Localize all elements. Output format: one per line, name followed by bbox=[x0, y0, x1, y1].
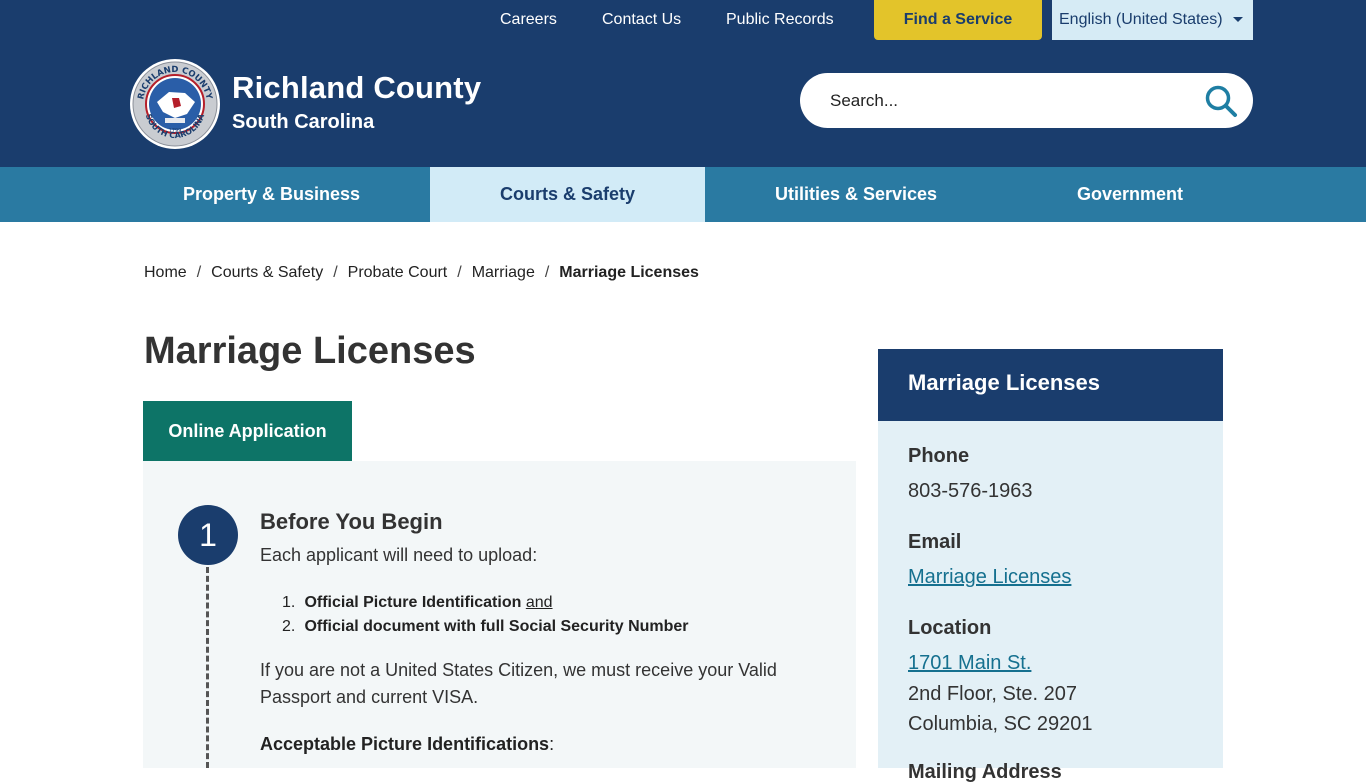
list-item-text: Official Picture Identification bbox=[304, 594, 522, 611]
site-subtitle: South Carolina bbox=[232, 111, 375, 133]
step-connector-line bbox=[206, 567, 209, 768]
county-seal-logo[interactable]: RICHLAND COUNTY SOUTH CAROLINA 1799 bbox=[129, 58, 221, 150]
tab-online-application[interactable]: Online Application bbox=[143, 401, 352, 461]
breadcrumb-home[interactable]: Home bbox=[144, 264, 187, 282]
mailing-address-label: Mailing Address bbox=[908, 761, 1062, 783]
citizenship-note: If you are not a United States Citizen, … bbox=[260, 660, 777, 707]
address-link[interactable]: 1701 Main St. bbox=[908, 652, 1031, 675]
utility-bar: Careers Contact Us Public Records Find a… bbox=[0, 0, 1366, 40]
nav-property-business[interactable]: Property & Business bbox=[113, 167, 430, 222]
requirements-list: 1. Official Picture Identification and 2… bbox=[282, 591, 689, 639]
step-title: Before You Begin bbox=[260, 509, 443, 534]
address-line-3: Columbia, SC 29201 bbox=[908, 713, 1093, 735]
list-item: 1. Official Picture Identification and bbox=[282, 591, 689, 615]
breadcrumb-probate-court[interactable]: Probate Court bbox=[348, 264, 448, 282]
address-line-2: 2nd Floor, Ste. 207 bbox=[908, 683, 1078, 705]
breadcrumb-marriage[interactable]: Marriage bbox=[472, 264, 535, 282]
breadcrumb-separator: / bbox=[544, 264, 550, 281]
site-title[interactable]: Richland County bbox=[232, 70, 481, 106]
breadcrumb-courts-safety[interactable]: Courts & Safety bbox=[211, 264, 323, 282]
nav-courts-safety[interactable]: Courts & Safety bbox=[430, 167, 705, 222]
acceptable-ids-colon: : bbox=[549, 734, 555, 754]
language-select-label: English (United States) bbox=[1059, 11, 1223, 28]
search-icon[interactable] bbox=[1204, 84, 1238, 118]
seal-year: 1799 bbox=[169, 128, 182, 134]
phone-label: Phone bbox=[908, 445, 970, 467]
careers-link[interactable]: Careers bbox=[500, 0, 557, 40]
nav-government[interactable]: Government bbox=[1007, 167, 1253, 222]
contact-us-link[interactable]: Contact Us bbox=[602, 0, 681, 40]
page-title: Marriage Licenses bbox=[144, 330, 476, 372]
acceptable-ids-heading: Acceptable Picture Identifications: bbox=[260, 734, 554, 755]
site-header: RICHLAND COUNTY SOUTH CAROLINA 1799 Rich… bbox=[0, 40, 1366, 167]
step-panel: 1 Before You Begin Each applicant will n… bbox=[143, 461, 856, 768]
email-label: Email bbox=[908, 531, 962, 553]
language-select[interactable]: English (United States) bbox=[1052, 0, 1253, 40]
location-label: Location bbox=[908, 617, 992, 639]
contact-card: Phone 803-576-1963 Email Marriage Licens… bbox=[878, 421, 1223, 783]
step-number-badge: 1 bbox=[178, 505, 238, 565]
phone-value: 803-576-1963 bbox=[908, 480, 1033, 502]
email-link[interactable]: Marriage Licenses bbox=[908, 566, 1071, 589]
nav-utilities-services[interactable]: Utilities & Services bbox=[705, 167, 1007, 222]
list-item: 2. Official document with full Social Se… bbox=[282, 615, 689, 639]
public-records-link[interactable]: Public Records bbox=[726, 0, 834, 40]
acceptable-ids-label: Acceptable Picture Identifications bbox=[260, 734, 550, 754]
breadcrumb-separator: / bbox=[333, 264, 338, 281]
list-item-number: 1. bbox=[282, 594, 296, 611]
step-intro-text: Each applicant will need to upload: bbox=[260, 545, 538, 565]
breadcrumb-current: Marriage Licenses bbox=[559, 264, 699, 281]
breadcrumb: Home / Courts & Safety / Probate Court / Marri… bbox=[144, 264, 699, 282]
breadcrumb-separator: / bbox=[457, 264, 462, 281]
caret-down-icon bbox=[1233, 17, 1243, 22]
search-box bbox=[800, 73, 1253, 128]
find-a-service-button[interactable]: Find a Service bbox=[874, 0, 1042, 40]
list-item-link[interactable]: and bbox=[526, 594, 553, 611]
search-input[interactable] bbox=[830, 73, 1190, 128]
breadcrumb-separator: / bbox=[196, 264, 202, 281]
list-item-text: Official document with full Social Secur… bbox=[304, 618, 689, 635]
contact-card-title: Marriage Licenses bbox=[878, 349, 1223, 421]
main-nav: Property & Business Courts & Safety Util… bbox=[0, 167, 1366, 222]
list-item-number: 2. bbox=[282, 618, 296, 635]
